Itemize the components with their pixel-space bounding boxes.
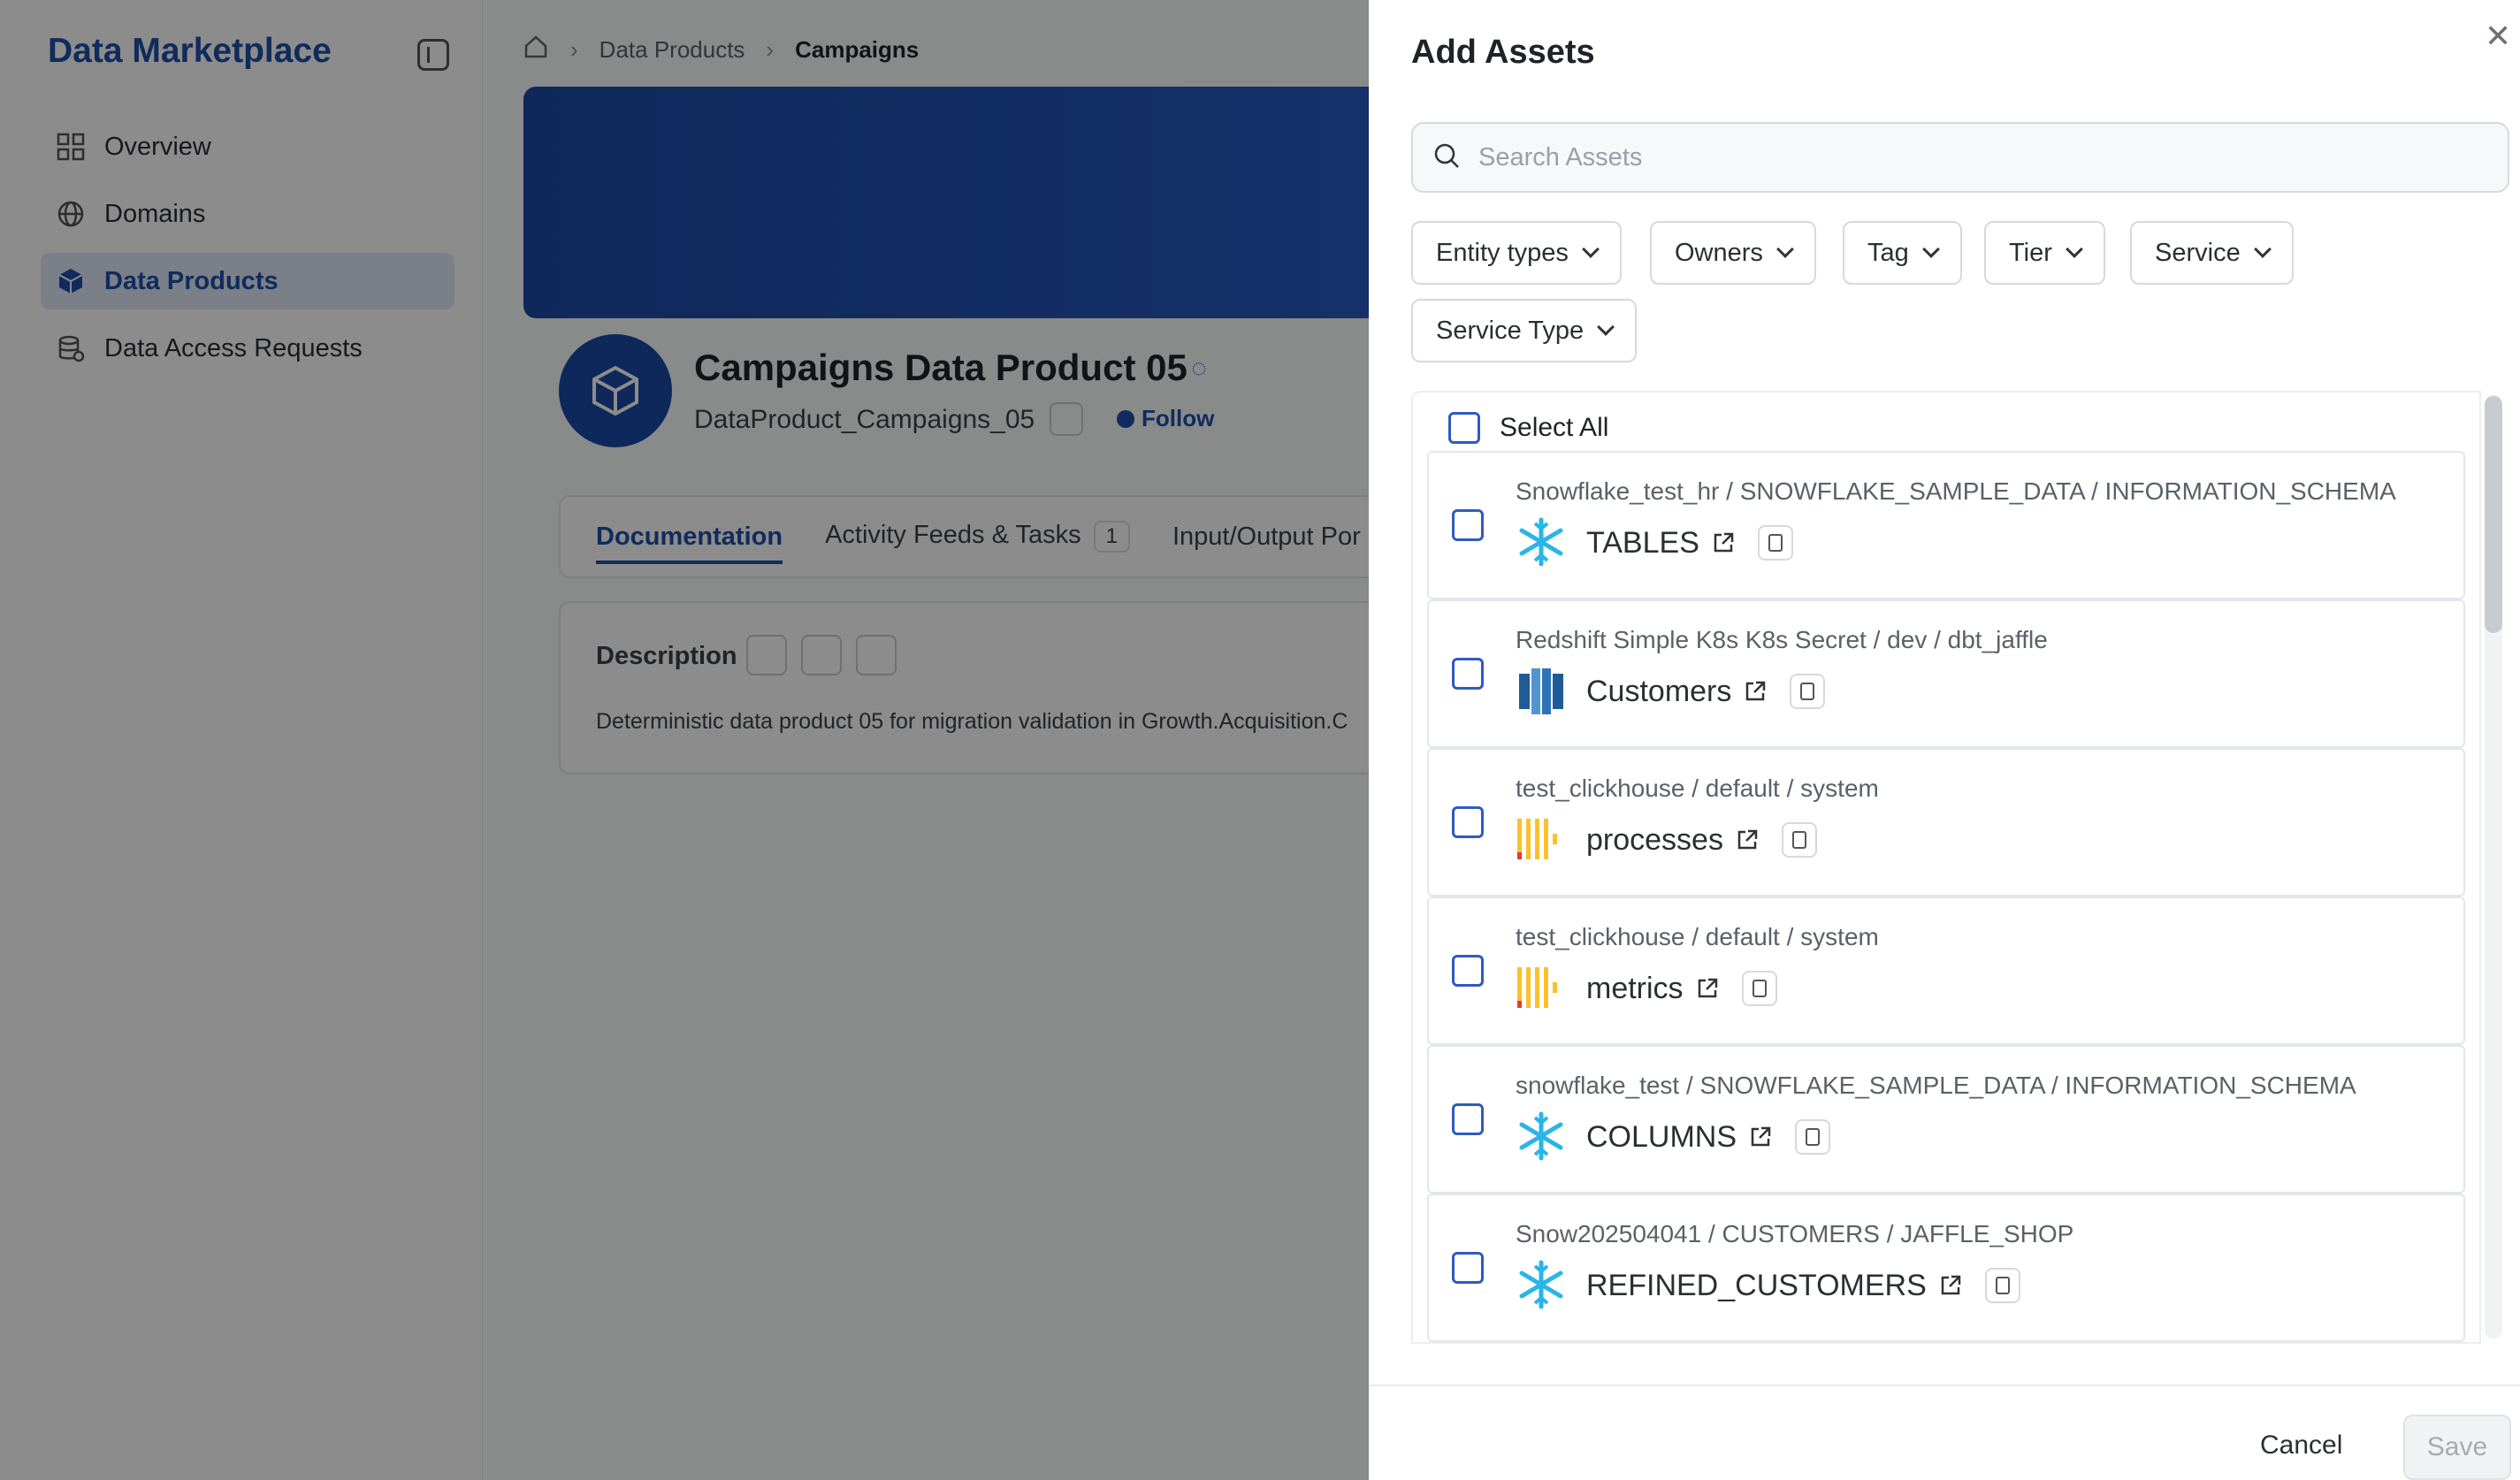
select-all[interactable]: Select All <box>1448 412 1608 444</box>
asset-name: REFINED_CUSTOMERS <box>1586 1268 2020 1303</box>
external-link-icon[interactable] <box>1736 828 1759 851</box>
asset-card[interactable]: snowflake_test / SNOWFLAKE_SAMPLE_DATA /… <box>1427 1045 2465 1194</box>
save-button[interactable]: Save <box>2403 1415 2511 1480</box>
scrollbar-thumb[interactable] <box>2485 396 2502 633</box>
asset-card[interactable]: test_clickhouse / default / system metri… <box>1427 896 2465 1045</box>
asset-checkbox[interactable] <box>1452 806 1484 838</box>
snowflake-icon <box>1516 516 1567 568</box>
asset-checkbox[interactable] <box>1452 955 1484 987</box>
clickhouse-icon <box>1516 962 1567 1013</box>
copy-icon[interactable] <box>1984 1268 2020 1303</box>
copy-icon[interactable] <box>1757 525 1793 561</box>
external-link-icon[interactable] <box>1939 1274 1962 1297</box>
filter-label: Service Type <box>1436 316 1585 345</box>
chevron-down-icon <box>1921 240 1940 258</box>
asset-card[interactable]: Snow202504041 / CUSTOMERS / JAFFLE_SHOP … <box>1427 1194 2465 1342</box>
modal-overlay[interactable] <box>0 0 1369 1480</box>
close-icon[interactable]: ✕ <box>2485 18 2511 55</box>
asset-path: Snow202504041 / CUSTOMERS / JAFFLE_SHOP <box>1516 1220 2074 1247</box>
clickhouse-icon <box>1516 813 1567 865</box>
copy-icon[interactable] <box>1790 674 1826 709</box>
asset-name: Customers <box>1586 674 1826 709</box>
asset-path: Snowflake_test_hr / SNOWFLAKE_SAMPLE_DAT… <box>1516 477 2396 505</box>
external-link-icon[interactable] <box>1744 680 1767 703</box>
asset-name: metrics <box>1586 971 1777 1006</box>
search-input[interactable] <box>1478 142 2451 172</box>
cancel-button[interactable]: Cancel <box>2260 1430 2342 1461</box>
asset-name-text[interactable]: COLUMNS <box>1586 1120 1737 1155</box>
asset-name: COLUMNS <box>1586 1119 1831 1155</box>
external-link-icon[interactable] <box>1749 1125 1772 1148</box>
external-link-icon[interactable] <box>1696 977 1719 1000</box>
copy-icon[interactable] <box>1781 822 1817 858</box>
asset-checkbox[interactable] <box>1452 509 1484 541</box>
filter-label: Service <box>2155 238 2241 267</box>
filter-label: Tier <box>2009 238 2052 267</box>
asset-card[interactable]: test_clickhouse / default / system proce… <box>1427 748 2465 896</box>
filter-label: Owners <box>1675 238 1763 267</box>
asset-list: Select All Snowflake_test_hr / SNOWFLAKE… <box>1411 391 2481 1344</box>
filter-tier[interactable]: Tier <box>1984 221 2105 285</box>
snowflake-icon <box>1516 1259 1567 1310</box>
select-all-checkbox[interactable] <box>1448 412 1480 444</box>
filter-label: Tag <box>1867 238 1909 267</box>
drawer-footer: Cancel Save <box>1369 1385 2520 1480</box>
asset-name: processes <box>1586 822 1817 858</box>
chevron-down-icon <box>2253 240 2272 258</box>
chevron-down-icon <box>1582 240 1600 258</box>
asset-name-text[interactable]: metrics <box>1586 972 1684 1006</box>
redshift-icon <box>1516 665 1567 716</box>
asset-list-scrollbar[interactable] <box>2485 394 2502 1339</box>
asset-name-text[interactable]: TABLES <box>1586 526 1699 561</box>
add-assets-drawer: Add Assets ✕ Entity types Owners Tag Tie… <box>1369 0 2520 1480</box>
search-icon <box>1432 141 1461 174</box>
chevron-down-icon <box>1776 240 1794 258</box>
asset-path: Redshift Simple K8s K8s Secret / dev / d… <box>1516 626 2048 653</box>
asset-card[interactable]: Snowflake_test_hr / SNOWFLAKE_SAMPLE_DAT… <box>1427 451 2465 599</box>
asset-name-text[interactable]: Customers <box>1586 675 1731 709</box>
filter-service-type[interactable]: Service Type <box>1411 299 1638 362</box>
asset-path: snowflake_test / SNOWFLAKE_SAMPLE_DATA /… <box>1516 1072 2356 1099</box>
asset-checkbox[interactable] <box>1452 658 1484 690</box>
asset-name-text[interactable]: processes <box>1586 823 1723 858</box>
asset-checkbox[interactable] <box>1452 1252 1484 1284</box>
snowflake-icon <box>1516 1110 1567 1162</box>
search-box <box>1411 122 2509 193</box>
external-link-icon[interactable] <box>1712 531 1735 554</box>
asset-card[interactable]: Redshift Simple K8s K8s Secret / dev / d… <box>1427 599 2465 748</box>
filter-entity-types[interactable]: Entity types <box>1411 221 1622 285</box>
filter-label: Entity types <box>1436 238 1569 267</box>
asset-checkbox[interactable] <box>1452 1103 1484 1135</box>
asset-name: TABLES <box>1586 525 1793 561</box>
chevron-down-icon <box>2065 240 2083 258</box>
drawer-title: Add Assets <box>1411 34 1595 71</box>
asset-path: test_clickhouse / default / system <box>1516 774 1879 802</box>
filter-tag[interactable]: Tag <box>1843 221 1962 285</box>
copy-icon[interactable] <box>1795 1119 1831 1155</box>
asset-path: test_clickhouse / default / system <box>1516 923 1879 950</box>
chevron-down-icon <box>1597 318 1615 336</box>
filter-owners[interactable]: Owners <box>1650 221 1816 285</box>
filter-service[interactable]: Service <box>2130 221 2294 285</box>
select-all-label: Select All <box>1500 413 1609 442</box>
asset-name-text[interactable]: REFINED_CUSTOMERS <box>1586 1269 1927 1303</box>
copy-icon[interactable] <box>1741 971 1777 1006</box>
